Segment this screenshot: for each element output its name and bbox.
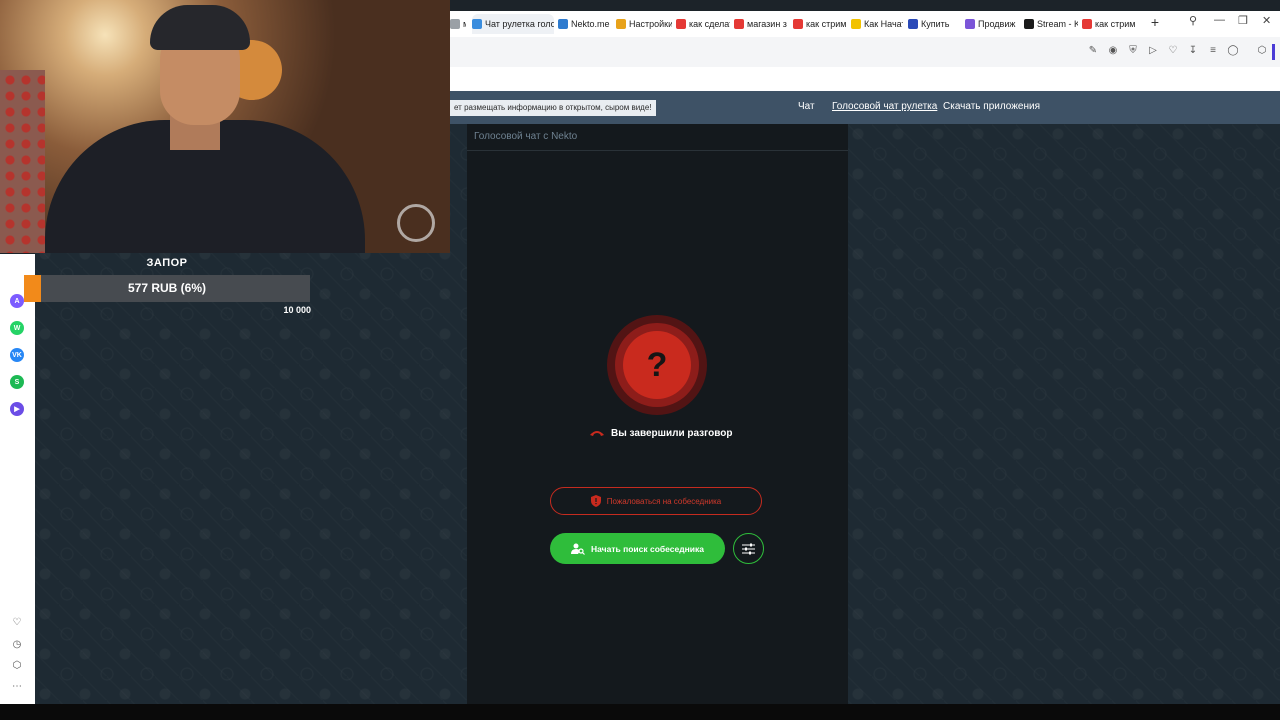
spotify-icon[interactable]: S <box>10 375 24 389</box>
browser-tab[interactable]: как сделат <box>676 14 730 34</box>
browser-tab[interactable]: Nekto.me <box>558 14 612 34</box>
status-text: Вы завершили разговор <box>611 427 733 439</box>
tab-favicon-icon <box>1082 19 1092 29</box>
panel-title: Голосовой чат с Nekto <box>474 131 578 142</box>
tab-label: Nekto.me <box>571 19 610 29</box>
browser-tab[interactable]: Чат рулетка голос <box>472 14 554 34</box>
tab-label: Продвиж <box>978 19 1016 29</box>
close-window-icon[interactable]: ✕ <box>1262 14 1271 27</box>
tab-label: как сделат <box>689 19 730 29</box>
call-ended-status: Вы завершили разговор <box>589 426 733 440</box>
player-icon[interactable]: ▶ <box>10 402 24 416</box>
heart-icon[interactable]: ♡ <box>1167 45 1179 57</box>
tab-label: Как Начат <box>864 19 903 29</box>
browser-tab[interactable]: как стрим <box>793 14 847 34</box>
tab-favicon-icon <box>1024 19 1034 29</box>
scroll-indicator <box>1272 44 1275 60</box>
browser-toolbar: ✎ ◉ ⛨ ▷ ♡ ↧ ≡ ◯ ⬡ <box>450 37 1280 68</box>
heart-icon[interactable]: ♡ <box>10 616 24 630</box>
tab-label: магазин з <box>747 19 787 29</box>
tab-favicon-icon <box>851 19 861 29</box>
goal-title: ЗАПОР <box>146 257 188 269</box>
tab-label: как стрим <box>806 19 847 29</box>
nav-voice-chat[interactable]: Голосовой чат рулетка <box>832 101 937 112</box>
filters-button[interactable] <box>733 533 764 564</box>
nav-download-apps[interactable]: Скачать приложения <box>943 101 1040 112</box>
browser-tab[interactable]: как стрим <box>1082 14 1136 34</box>
download-icon[interactable]: ↧ <box>1187 45 1199 57</box>
tab-label: Stream - K <box>1037 19 1078 29</box>
hangup-phone-icon <box>590 431 604 436</box>
goal-progress-bar: 577 RUB (6%) <box>24 275 310 302</box>
browser-tab[interactable]: Как Начат <box>851 14 903 34</box>
report-label: Пожаловаться на собеседника <box>606 496 722 506</box>
restore-icon[interactable]: ❐ <box>1238 14 1248 27</box>
browser-tab[interactable]: Настройки <box>616 14 672 34</box>
tab-favicon-icon <box>472 19 482 29</box>
report-button[interactable]: Пожаловаться на собеседника <box>550 487 762 515</box>
new-tab-button[interactable]: + <box>1148 14 1162 32</box>
play-icon[interactable]: ▷ <box>1147 45 1159 57</box>
tab-favicon-icon <box>558 19 568 29</box>
history-icon[interactable]: ◷ <box>10 638 24 652</box>
browser-tab[interactable]: Купить <box>908 14 960 34</box>
tab-label: Чат рулетка голос <box>485 19 554 29</box>
vk-icon[interactable]: VK <box>10 348 24 362</box>
sliders-icon <box>742 543 755 554</box>
streamer-cap <box>150 5 250 50</box>
tab-favicon-icon <box>616 19 626 29</box>
right-pattern-area <box>848 124 1280 704</box>
question-icon: ? <box>646 346 668 384</box>
tab-label: как стрим <box>1095 19 1136 29</box>
tab-favicon-icon <box>676 19 686 29</box>
whatsapp-icon[interactable]: W <box>10 321 24 335</box>
start-search-button[interactable]: Начать поиск собеседника <box>550 533 725 564</box>
tab-favicon-icon <box>450 19 460 29</box>
page-top-area <box>450 67 1280 91</box>
search-label: Начать поиск собеседника <box>591 543 704 554</box>
status-indicator: ? <box>607 315 707 415</box>
shield-alert-icon <box>590 495 601 507</box>
bottom-bar <box>0 704 1280 720</box>
tab-favicon-icon <box>734 19 744 29</box>
extensions-icon[interactable]: ⬡ <box>1256 45 1268 57</box>
tab-favicon-icon <box>793 19 803 29</box>
tab-label: Настройки <box>629 19 672 29</box>
notice-banner: ет размещать информацию в открытом, сыро… <box>450 100 656 116</box>
tab-favicon-icon <box>908 19 918 29</box>
aria-icon[interactable]: A <box>10 294 24 308</box>
search-tabs-icon[interactable]: ⚲ <box>1189 14 1197 27</box>
cam-logo-icon <box>397 204 435 242</box>
edit-icon[interactable]: ✎ <box>1087 45 1099 57</box>
browser-tab[interactable]: магазин з <box>734 14 788 34</box>
user-search-icon <box>571 543 585 555</box>
browser-tab[interactable]: Продвиж <box>965 14 1019 34</box>
camera-icon[interactable]: ◉ <box>1107 45 1119 57</box>
box-icon[interactable]: ⬡ <box>10 659 24 673</box>
nav-chat[interactable]: Чат <box>798 101 815 112</box>
profile-icon[interactable]: ◯ <box>1227 45 1239 57</box>
goal-amount: 577 RUB (6%) <box>127 281 207 295</box>
shield-icon[interactable]: ⛨ <box>1127 45 1139 57</box>
webcam-overlay <box>0 0 450 253</box>
browser-tab[interactable]: Stream - K <box>1024 14 1078 34</box>
tab-label: Купить <box>921 19 950 29</box>
tab-favicon-icon <box>965 19 975 29</box>
browser-sidebar: A W VK S ▶ ♡ ◷ ⬡ ⋯ <box>0 254 35 704</box>
goal-target: 10 000 <box>283 305 311 315</box>
minimize-icon[interactable]: — <box>1214 14 1225 26</box>
more-icon[interactable]: ⋯ <box>10 680 24 694</box>
browser-tab[interactable]: ми <box>450 14 466 34</box>
menu-icon[interactable]: ≡ <box>1207 45 1219 57</box>
voice-chat-panel: Голосовой чат с Nekto ? Вы завершили раз… <box>467 124 848 704</box>
tab-label: ми <box>463 19 466 29</box>
panel-header: Голосовой чат с Nekto <box>467 124 848 151</box>
